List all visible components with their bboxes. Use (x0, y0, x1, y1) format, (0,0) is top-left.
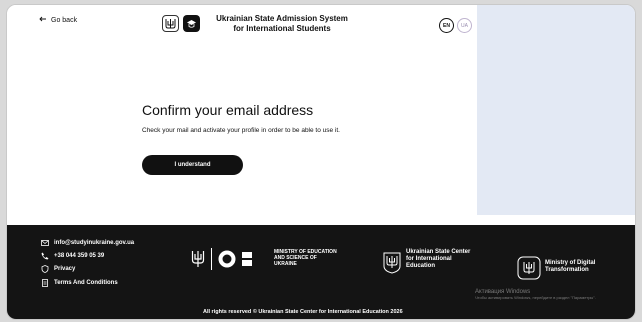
center-label: Ukrainian State Center for International… (406, 249, 471, 269)
phone-link[interactable]: +38 044 359 05 39 (41, 252, 104, 260)
document-icon (42, 279, 48, 287)
graduation-cap-icon (183, 15, 200, 32)
copyright-text: All rights reserved © Ukrainian State Ce… (203, 309, 403, 315)
trident-logo (162, 15, 179, 32)
trident-icon (191, 251, 205, 267)
terms-link[interactable]: Terms And Conditions (41, 279, 118, 287)
confirm-message: Check your mail and activate your profil… (142, 127, 340, 134)
digital-transformation-label: Ministry of Digital Transformation (545, 260, 596, 273)
mon-bars-icon (242, 252, 252, 266)
lang-ua-button[interactable]: UA (457, 18, 472, 33)
mail-icon (41, 240, 49, 246)
go-back-link[interactable]: Go back (39, 16, 77, 24)
mon-ring-icon (218, 250, 236, 268)
divider (211, 248, 212, 270)
ministry-logo (191, 248, 252, 270)
arrow-left-icon (39, 16, 47, 24)
trident-shield-icon (383, 252, 401, 274)
i-understand-button[interactable]: I understand (142, 155, 243, 175)
go-back-label: Go back (51, 16, 78, 24)
shield-icon (41, 265, 49, 273)
main-content: Go back Ukrainian State Admission System… (7, 5, 477, 215)
windows-activation-watermark: Активация Windows Чтобы активировать Win… (475, 289, 596, 300)
privacy-link[interactable]: Privacy (41, 265, 75, 273)
browser-frame: Go back Ukrainian State Admission System… (6, 4, 636, 320)
email-link[interactable]: info@studyinukraine.gov.ua (41, 239, 134, 247)
page-title: Confirm your email address (142, 102, 314, 118)
footer: info@studyinukraine.gov.ua +38 044 359 0… (7, 225, 635, 319)
digital-ministry-icon (517, 256, 541, 280)
ministry-label: MINISTRY OF EDUCATION AND SCIENCE OF UKR… (274, 249, 337, 267)
lang-en-button[interactable]: EN (439, 18, 454, 33)
phone-icon (41, 252, 49, 260)
side-panel (477, 5, 635, 215)
header-logos (162, 15, 200, 32)
header-title: Ukrainian State Admission System for Int… (216, 14, 348, 33)
